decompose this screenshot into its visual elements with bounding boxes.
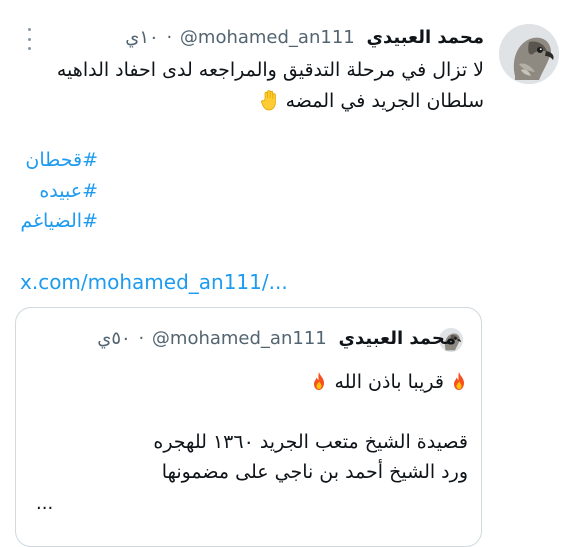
tweet-text-line: لا تزال في مرحلة التدقيق والمراجعه لدى ا… [56, 59, 484, 81]
quoted-text-ellipsis: ... [36, 493, 54, 514]
quoted-text-line: قصيدة الشيخ متعب الجريد ١٣٦٠ للهجره [153, 431, 468, 453]
hashtag-link[interactable]: #الضياغم [20, 207, 98, 235]
tweet[interactable]: محمد العبيدي @mohamed_an111 · ١٠ي لا تزا… [0, 0, 576, 547]
author-handle[interactable]: @mohamed_an111 [180, 27, 355, 48]
raised-hand-emoji-icon [260, 90, 276, 111]
more-options-icon[interactable] [22, 28, 36, 50]
external-link[interactable]: x.com/mohamed_an111/... [20, 268, 288, 296]
quoted-tweet-timestamp: ٥٠ي [97, 328, 131, 349]
tweet-timestamp[interactable]: ١٠ي [125, 27, 158, 48]
tweet-header: محمد العبيدي @mohamed_an111 · ١٠ي [125, 25, 484, 51]
quoted-author-handle: @mohamed_an111 [151, 328, 327, 349]
quoted-header-separator: · [138, 328, 145, 349]
quoted-text-line: قريبا باذن الله [334, 371, 444, 393]
hashtag-link[interactable]: #عبيده [39, 177, 98, 205]
falcon-avatar-image [499, 24, 559, 84]
quoted-tweet-header: محمد العبيدي @mohamed_an111 · ٥٠ي [97, 326, 456, 352]
author-display-name[interactable]: محمد العبيدي [366, 27, 484, 48]
fire-emoji-icon [454, 372, 464, 390]
tweet-text-line-with-emoji: سلطان الجريد في المضه [260, 87, 484, 115]
avatar[interactable] [499, 24, 559, 84]
header-separator: · [166, 27, 173, 48]
quoted-author-display-name: محمد العبيدي [338, 328, 456, 349]
quoted-text-line: ورد الشيخ أحمد بن ناجي على مضمونها [161, 461, 468, 483]
tweet-text-line: سلطان الجريد في المضه [285, 90, 484, 112]
fire-emoji-icon [314, 372, 325, 390]
quoted-text-line-with-emoji: قريبا باذن الله [310, 368, 468, 396]
hashtag-link[interactable]: #قحطان [25, 146, 98, 174]
